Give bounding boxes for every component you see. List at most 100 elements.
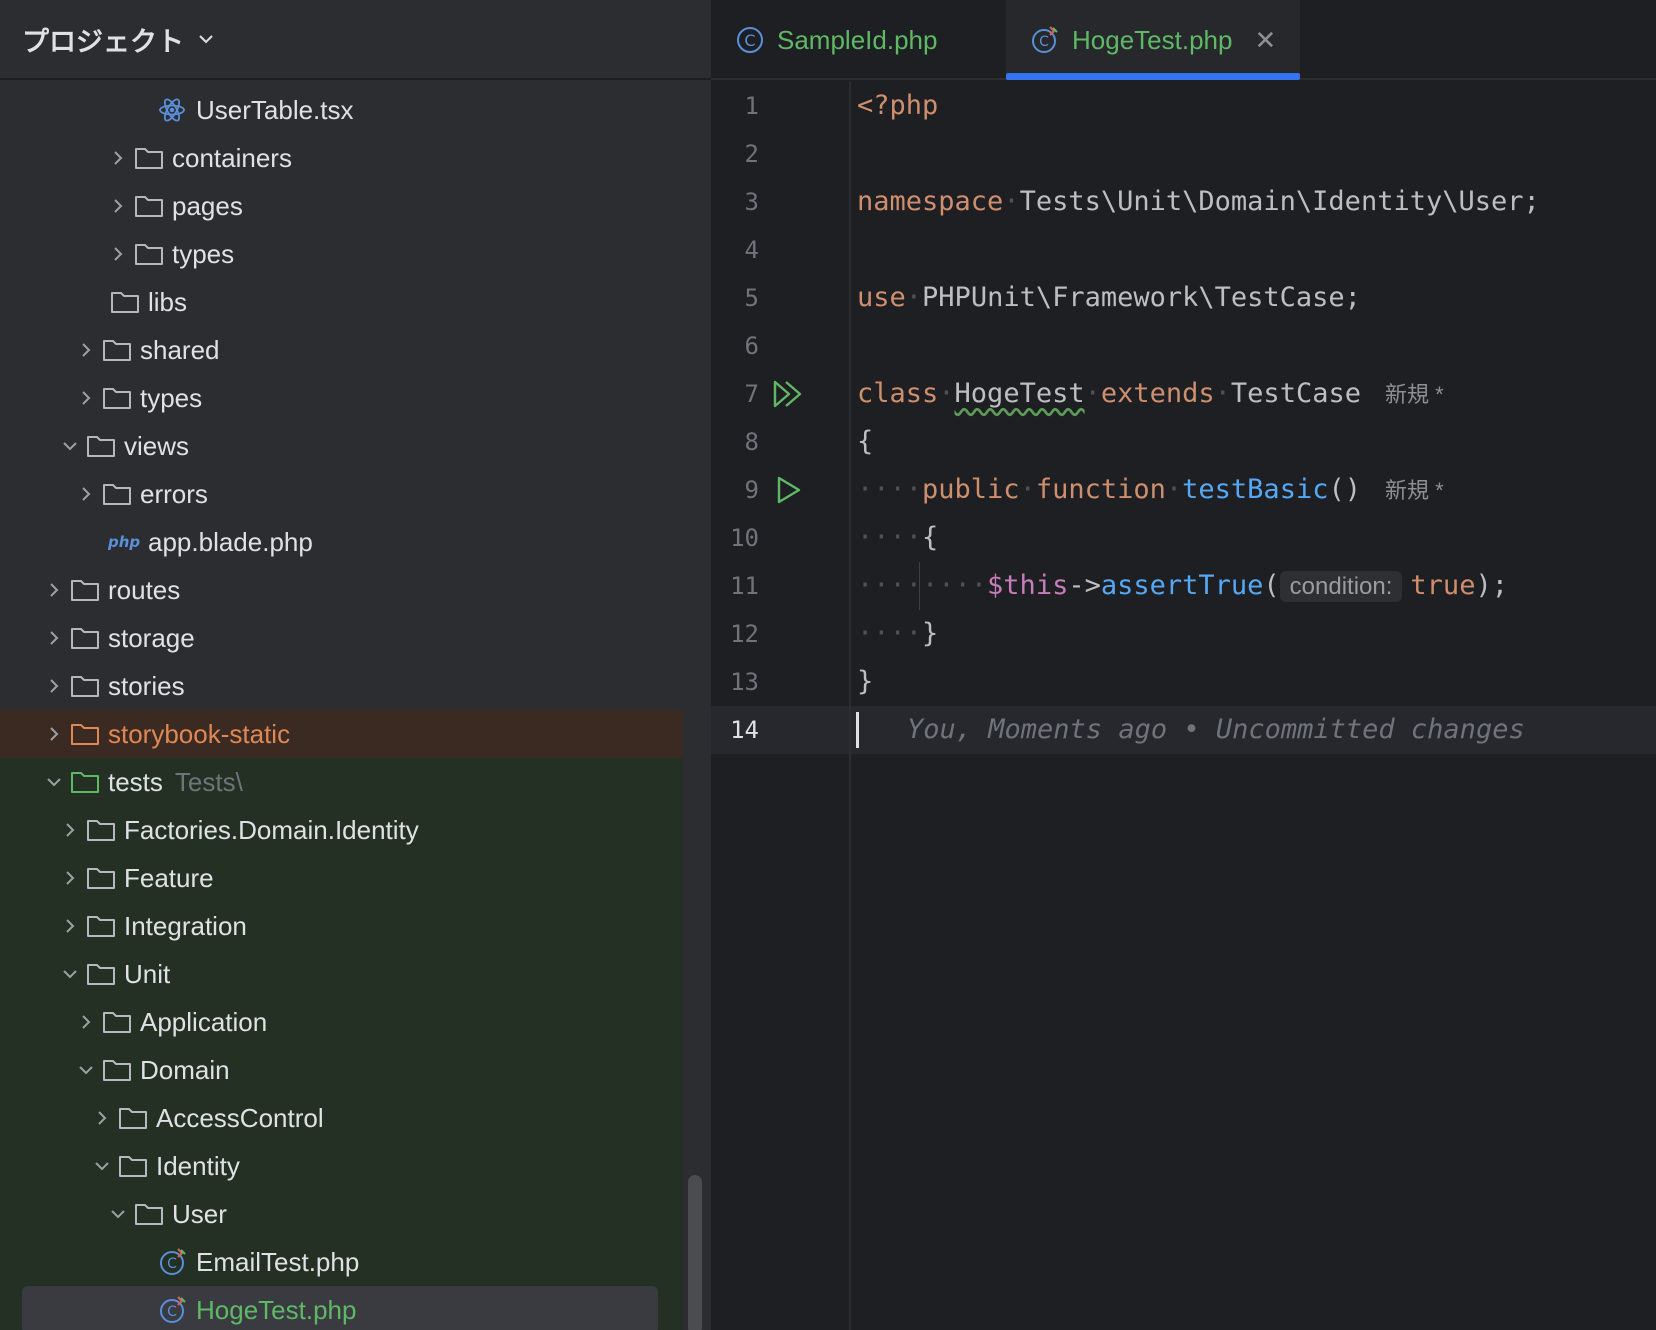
code-line-3: namespace·Tests\Unit\Domain\Identity\Use… bbox=[857, 186, 1540, 217]
tree-item-factories[interactable]: Factories.Domain.Identity bbox=[0, 806, 711, 854]
tree-item-usertable[interactable]: UserTable.tsx bbox=[0, 86, 711, 134]
chevron-down-icon[interactable] bbox=[86, 1150, 118, 1182]
tree-item-storybook-static[interactable]: storybook-static bbox=[0, 710, 711, 758]
folder-icon bbox=[70, 670, 106, 702]
folder-icon bbox=[102, 1054, 138, 1086]
folder-icon bbox=[118, 1150, 154, 1182]
line-number: 13 bbox=[730, 668, 759, 696]
code-editor[interactable]: <?php namespace·Tests\Unit\Domain\Identi… bbox=[851, 82, 1656, 1330]
folder-icon bbox=[102, 1006, 138, 1038]
tree-item-libs[interactable]: libs bbox=[0, 278, 711, 326]
line-number: 3 bbox=[744, 188, 759, 216]
tree-item-identity[interactable]: Identity bbox=[0, 1142, 711, 1190]
folder-icon bbox=[102, 334, 138, 366]
tree-item-shared[interactable]: shared bbox=[0, 326, 711, 374]
tree-item-unit[interactable]: Unit bbox=[0, 950, 711, 998]
tree-item-user[interactable]: User bbox=[0, 1190, 711, 1238]
git-blame-annotation: You, Moments ago • Uncommitted changes bbox=[907, 714, 1525, 745]
chevron-down-icon[interactable] bbox=[54, 958, 86, 990]
line-number: 1 bbox=[744, 92, 759, 120]
folder-icon bbox=[86, 910, 122, 942]
code-line-7: class·HogeTest·extends·TestCase 新規 * bbox=[857, 378, 1444, 409]
editor-gutter: 1 2 3 4 5 6 7 8 9 10 11 12 13 14 bbox=[711, 82, 851, 1330]
editor-tab-bar: C SampleId.php C HogeTest.php ✕ bbox=[711, 0, 1656, 80]
folder-icon bbox=[134, 1198, 170, 1230]
chevron-right-icon[interactable] bbox=[70, 1006, 102, 1038]
chevron-right-icon[interactable] bbox=[86, 1102, 118, 1134]
tree-item-emailtest[interactable]: C EmailTest.php bbox=[0, 1238, 711, 1286]
folder-icon bbox=[134, 190, 170, 222]
chevron-right-icon[interactable] bbox=[54, 862, 86, 894]
project-panel-header: プロジェクト bbox=[0, 0, 711, 80]
tree-item-integration[interactable]: Integration bbox=[0, 902, 711, 950]
line-number: 2 bbox=[744, 140, 759, 168]
tree-item-types[interactable]: types bbox=[0, 374, 711, 422]
tree-item-containers[interactable]: containers bbox=[0, 134, 711, 182]
tree-item-hogetest[interactable]: C HogeTest.php bbox=[0, 1286, 711, 1330]
chevron-right-icon[interactable] bbox=[70, 334, 102, 366]
chevron-down-icon[interactable] bbox=[196, 29, 216, 49]
code-line-10: ····{ bbox=[857, 522, 939, 553]
folder-icon bbox=[86, 958, 122, 990]
tree-item-pages[interactable]: pages bbox=[0, 182, 711, 230]
chevron-down-icon[interactable] bbox=[38, 766, 70, 798]
chevron-down-icon[interactable] bbox=[54, 430, 86, 462]
folder-icon bbox=[70, 574, 106, 606]
tree-item-types[interactable]: types bbox=[0, 230, 711, 278]
folder-icon bbox=[86, 862, 122, 894]
chevron-right-icon[interactable] bbox=[102, 142, 134, 174]
php-test-class-icon: C bbox=[158, 1246, 194, 1278]
line-number: 7 bbox=[744, 380, 759, 408]
chevron-right-icon[interactable] bbox=[38, 574, 70, 606]
close-icon[interactable]: ✕ bbox=[1254, 25, 1276, 56]
class-name: HogeTest bbox=[954, 378, 1085, 409]
tree-item-errors[interactable]: errors bbox=[0, 470, 711, 518]
tree-item-app-blade[interactable]: php app.blade.php bbox=[0, 518, 711, 566]
parameter-hint: condition: bbox=[1279, 571, 1403, 602]
chevron-right-icon[interactable] bbox=[102, 190, 134, 222]
chevron-right-icon[interactable] bbox=[38, 670, 70, 702]
tree-item-stories[interactable]: stories bbox=[0, 662, 711, 710]
tree-item-routes[interactable]: routes bbox=[0, 566, 711, 614]
chevron-right-icon[interactable] bbox=[54, 814, 86, 846]
svg-text:C: C bbox=[744, 31, 755, 50]
tree-item-accesscontrol[interactable]: AccessControl bbox=[0, 1094, 711, 1142]
run-all-tests-icon[interactable] bbox=[769, 374, 809, 414]
code-line-13: } bbox=[857, 666, 874, 697]
folder-icon bbox=[134, 238, 170, 270]
run-test-icon[interactable] bbox=[769, 470, 809, 510]
chevron-right-icon[interactable] bbox=[38, 622, 70, 654]
tab-hogetest[interactable]: C HogeTest.php ✕ bbox=[1006, 0, 1300, 80]
php-test-class-icon: C bbox=[158, 1294, 194, 1326]
indent-guide bbox=[919, 562, 920, 610]
tree-item-application[interactable]: Application bbox=[0, 998, 711, 1046]
line-number: 9 bbox=[744, 476, 759, 504]
chevron-right-icon[interactable] bbox=[70, 478, 102, 510]
folder-icon bbox=[110, 286, 146, 318]
tree-item-tests[interactable]: tests Tests\ bbox=[0, 758, 711, 806]
folder-icon bbox=[134, 142, 170, 174]
line-number: 8 bbox=[744, 428, 759, 456]
tab-sampleid[interactable]: C SampleId.php bbox=[735, 0, 937, 80]
namespace-hint: Tests\ bbox=[174, 766, 243, 797]
code-line-11: ········$this->assertTrue(condition: true… bbox=[857, 570, 1508, 602]
tree-item-views[interactable]: views bbox=[0, 422, 711, 470]
chevron-right-icon[interactable] bbox=[38, 718, 70, 750]
tree-item-storage[interactable]: storage bbox=[0, 614, 711, 662]
tree-scrollbar[interactable] bbox=[688, 1175, 702, 1330]
chevron-down-icon[interactable] bbox=[102, 1198, 134, 1230]
active-tab-indicator bbox=[1006, 73, 1300, 80]
chevron-right-icon[interactable] bbox=[54, 910, 86, 942]
chevron-right-icon[interactable] bbox=[70, 382, 102, 414]
tree-item-domain[interactable]: Domain bbox=[0, 1046, 711, 1094]
chevron-down-icon[interactable] bbox=[70, 1054, 102, 1086]
svg-text:php: php bbox=[108, 533, 140, 551]
svg-text:C: C bbox=[1039, 34, 1049, 50]
project-view-selector[interactable]: プロジェクト bbox=[22, 20, 184, 59]
chevron-right-icon[interactable] bbox=[102, 238, 134, 270]
code-line-5: use·PHPUnit\Framework\TestCase; bbox=[857, 282, 1361, 313]
tree-item-feature[interactable]: Feature bbox=[0, 854, 711, 902]
folder-icon bbox=[86, 430, 122, 462]
folder-icon bbox=[102, 478, 138, 510]
tab-label: SampleId.php bbox=[777, 24, 938, 55]
